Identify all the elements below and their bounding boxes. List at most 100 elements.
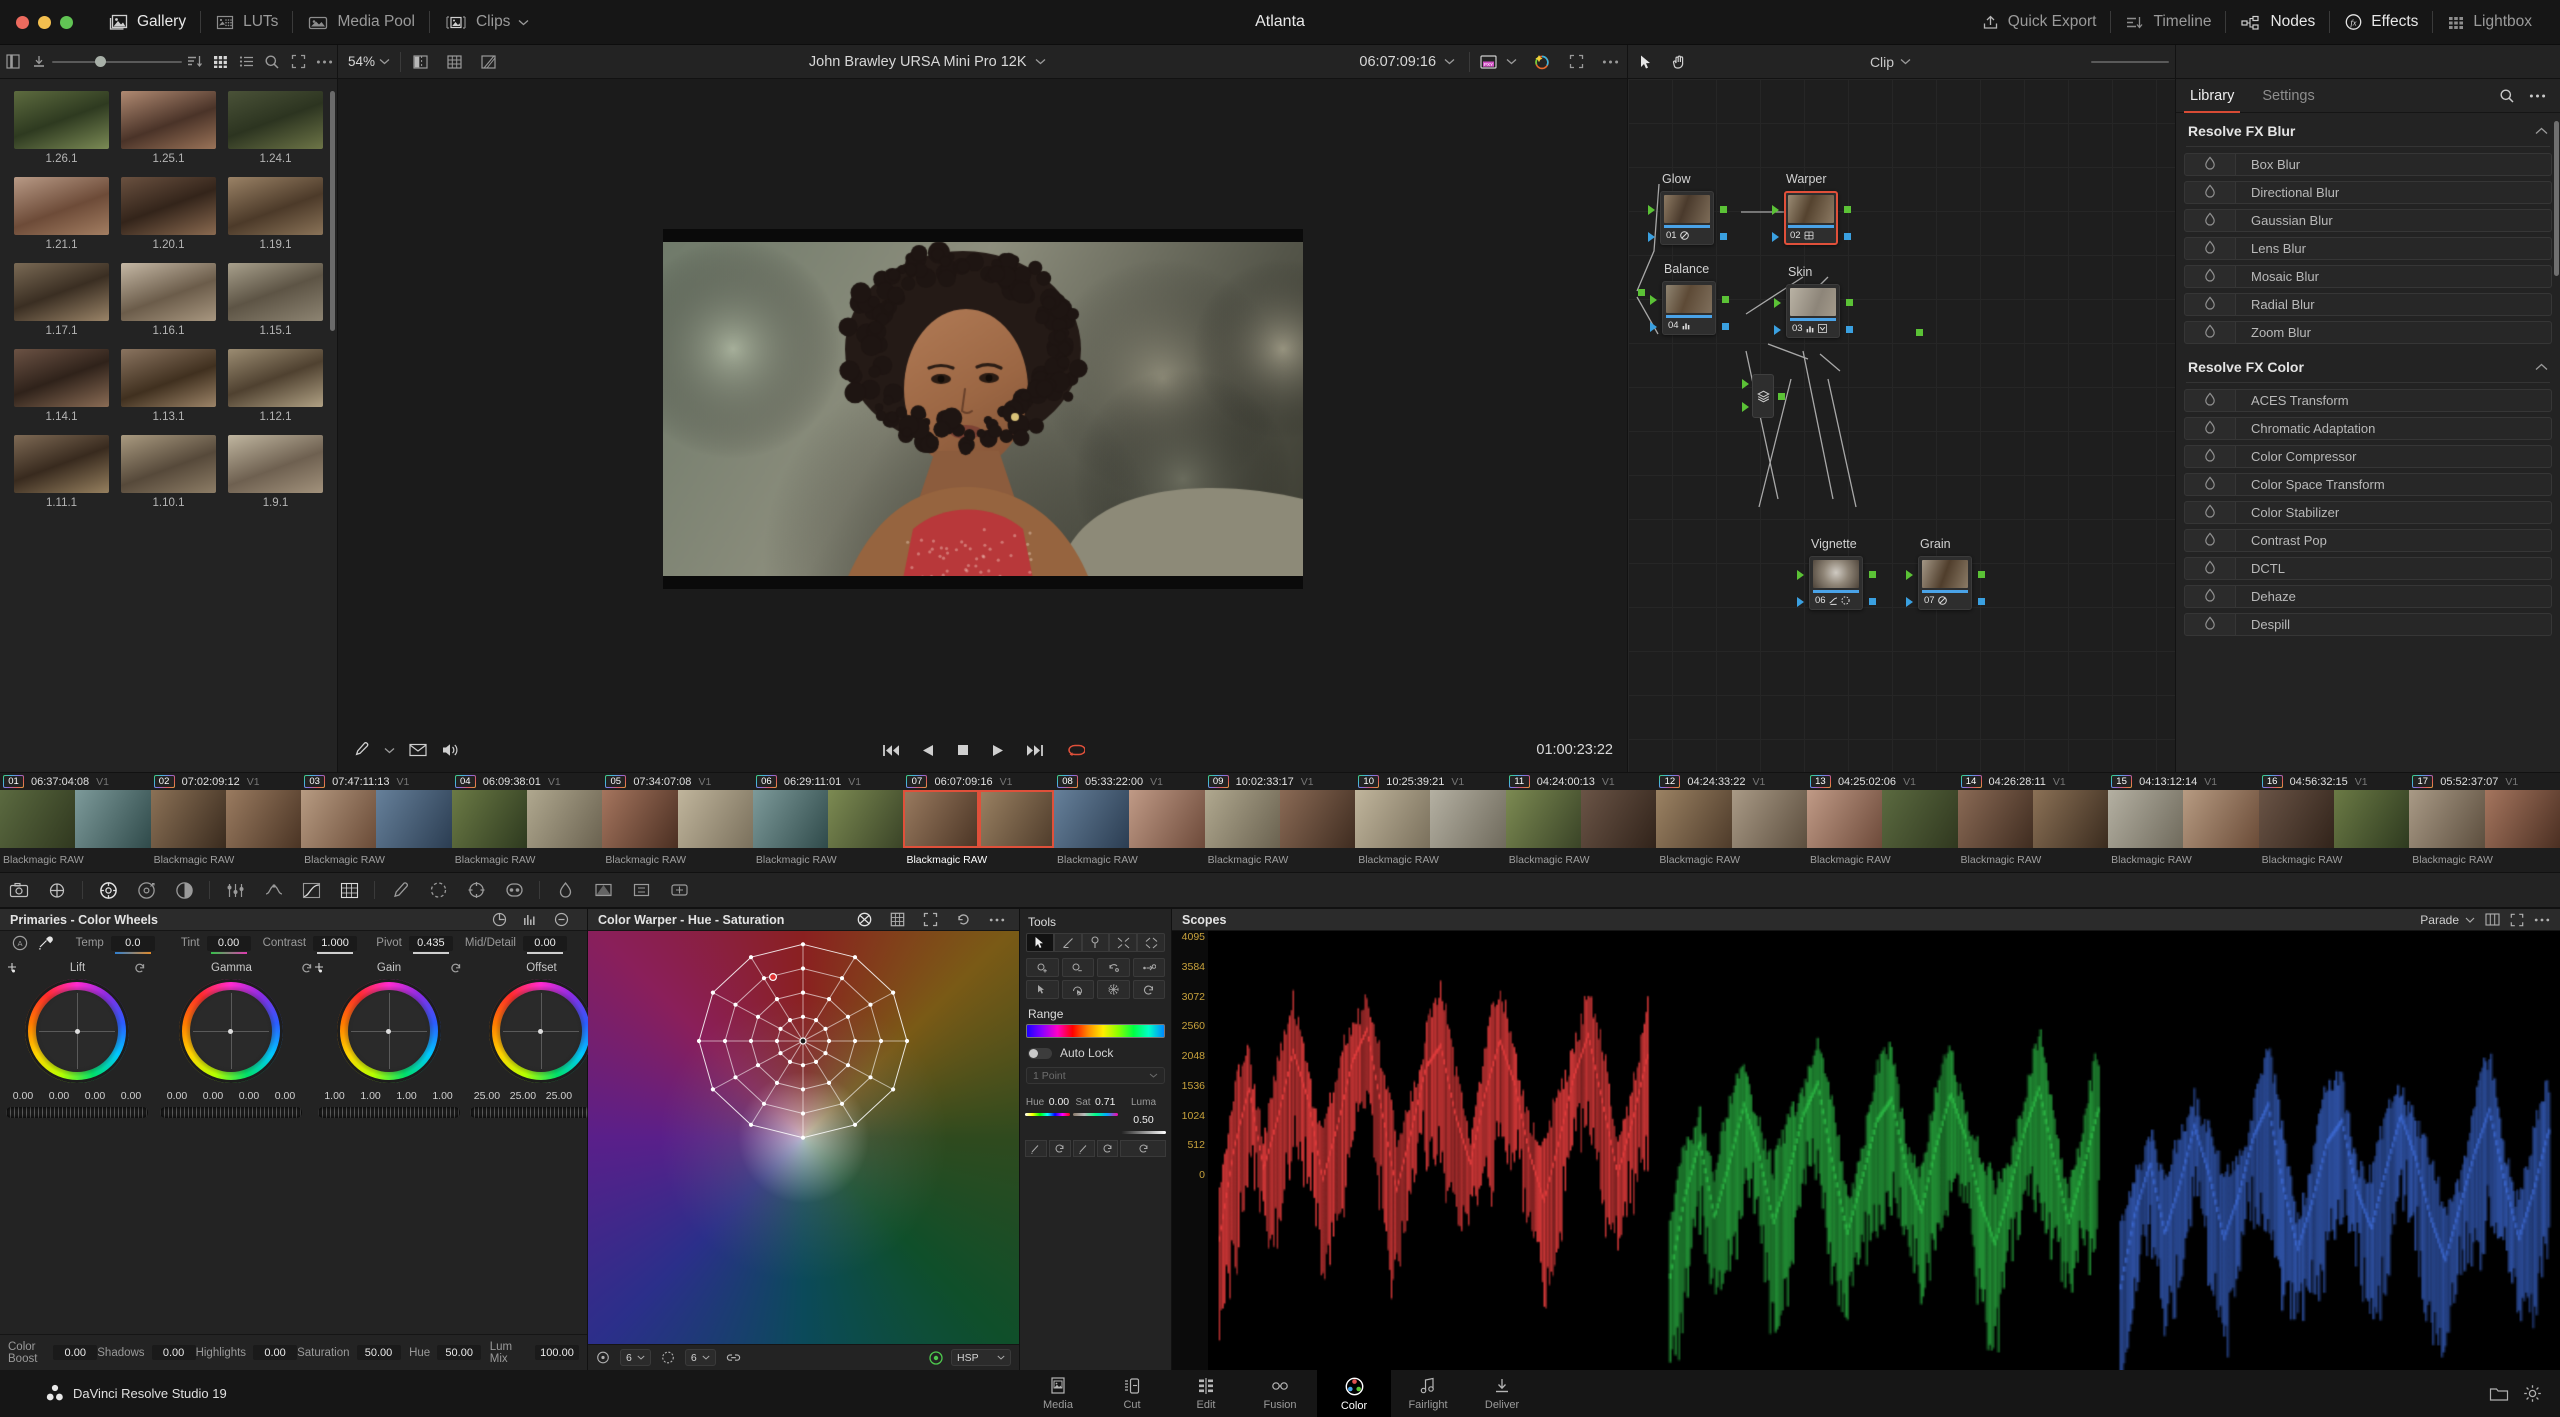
fx-list-item[interactable]: Dehaze — [2184, 585, 2552, 608]
wheel-value[interactable]: 25.00 — [470, 1090, 504, 1102]
layer-output[interactable] — [1778, 393, 1785, 400]
selection-arrow-tool[interactable] — [1628, 45, 1662, 79]
wheel-value[interactable]: 1.00 — [354, 1090, 388, 1102]
image-wipe-diagonal-button[interactable] — [471, 45, 505, 79]
timeline-clip[interactable]: 11 04:24:00:13 V1 Blackmagic RAW — [1506, 773, 1657, 872]
wheel-ring[interactable] — [337, 979, 441, 1083]
wheel-value[interactable]: 0.00 — [268, 1090, 302, 1102]
clip-thumbnails[interactable] — [2108, 790, 2259, 848]
play-forward-button[interactable] — [990, 743, 1005, 758]
timeline-clip[interactable]: 15 04:13:12:14 V1 Blackmagic RAW — [2108, 773, 2259, 872]
rgb-mixer-button[interactable] — [216, 873, 254, 907]
primaries-field-contrast[interactable]: Contrast 1.000 — [263, 936, 369, 951]
gallery-grid-view-button[interactable] — [208, 45, 234, 79]
node-output-green[interactable] — [1978, 571, 1985, 578]
luts-toggle-button[interactable]: LUTs — [201, 0, 292, 45]
node-body[interactable]: 01 — [1660, 191, 1714, 245]
gallery-still[interactable]: 1.15.1 — [228, 263, 323, 337]
node-output-green[interactable] — [1844, 206, 1851, 213]
color-wheel-gamma[interactable]: Gamma 0.00 0.00 0.00 0.00 — [148, 959, 314, 1334]
range-hue-bar[interactable] — [1026, 1024, 1165, 1038]
wheel-master-slider[interactable] — [6, 1107, 148, 1118]
wheel-value[interactable]: 25.00 — [506, 1090, 540, 1102]
node-input-green[interactable] — [1772, 205, 1779, 215]
warper-grid-b-select[interactable]: 6 — [685, 1349, 716, 1366]
fx-list-item[interactable]: Box Blur — [2184, 153, 2552, 176]
tool-expand[interactable] — [1137, 933, 1165, 952]
chevron-up-icon[interactable] — [2535, 363, 2548, 371]
node-output-green[interactable] — [1869, 571, 1876, 578]
still-thumbnail[interactable] — [121, 349, 216, 407]
node-key-output[interactable] — [1869, 598, 1876, 605]
primaries-field-color-boost[interactable]: Color Boost 0.00 — [8, 1341, 97, 1365]
wheel-value[interactable]: 25.00 — [542, 1090, 576, 1102]
tab-settings[interactable]: Settings — [2248, 79, 2328, 113]
node-key-input[interactable] — [1772, 232, 1779, 242]
field-value[interactable]: 0.00 — [53, 1345, 97, 1360]
color-wheels-button[interactable] — [89, 873, 127, 907]
power-windows-button[interactable] — [419, 873, 457, 907]
still-thumbnail[interactable] — [228, 177, 323, 235]
wheel-ring[interactable] — [489, 979, 593, 1083]
timeline-toggle-button[interactable]: Timeline — [2111, 0, 2225, 45]
gallery-still[interactable]: 1.19.1 — [228, 177, 323, 251]
page-color[interactable]: Color — [1317, 1370, 1391, 1417]
fx-list[interactable]: Resolve FX Blur Box Blur Directional Blur G… — [2176, 113, 2560, 772]
page-edit[interactable]: Edit — [1169, 1370, 1243, 1417]
qualifier-button[interactable] — [381, 873, 419, 907]
node-key-input[interactable] — [1797, 597, 1804, 607]
clip-thumbnails[interactable] — [1506, 790, 1657, 848]
still-thumbnail[interactable] — [228, 349, 323, 407]
primaries-field-hue[interactable]: Hue 50.00 — [401, 1345, 490, 1360]
viewer-fullscreen-button[interactable] — [1559, 45, 1593, 79]
chevron-up-icon[interactable] — [2535, 127, 2548, 135]
clip-thumbnails[interactable] — [1355, 790, 1506, 848]
timeline-clip[interactable]: 08 05:33:22:00 V1 Blackmagic RAW — [1054, 773, 1205, 872]
tool-pin[interactable] — [1082, 933, 1110, 952]
pan-hand-tool[interactable] — [1662, 45, 1696, 79]
fx-list-item[interactable]: Color Space Transform — [2184, 473, 2552, 496]
node-input-green[interactable] — [1648, 205, 1655, 215]
wheel-value[interactable]: 0.00 — [160, 1090, 194, 1102]
still-thumbnail[interactable] — [228, 435, 323, 493]
hue-reset-button[interactable] — [1049, 1140, 1071, 1157]
clip-thumbnails[interactable] — [1656, 790, 1807, 848]
mail-icon[interactable] — [409, 743, 427, 757]
clip-thumbnails[interactable] — [2259, 790, 2410, 848]
graph-source-output[interactable] — [1638, 289, 1645, 296]
gallery-expand-button[interactable] — [285, 45, 311, 79]
wheel-value[interactable]: 0.00 — [6, 1090, 40, 1102]
nodes-toggle-button[interactable]: Nodes — [2226, 0, 2329, 45]
wheel-picker-icon[interactable] — [314, 961, 329, 976]
timecode-chevron-icon[interactable] — [1436, 58, 1467, 65]
field-value[interactable]: 0.0 — [111, 936, 155, 951]
hsl-slider[interactable] — [1073, 1113, 1118, 1116]
field-value[interactable]: 0.00 — [152, 1345, 196, 1360]
sat-reset-button[interactable] — [1097, 1140, 1119, 1157]
gallery-more-options-icon[interactable] — [311, 45, 337, 79]
tool-radial-select[interactable] — [1097, 980, 1130, 999]
clip-thumbnails[interactable] — [0, 790, 151, 848]
gallery-still[interactable]: 1.14.1 — [14, 349, 109, 423]
node-skin[interactable]: Skin 03 — [1786, 284, 1840, 338]
curves-button[interactable] — [292, 873, 330, 907]
node-input-green[interactable] — [1906, 570, 1913, 580]
node-grain[interactable]: Grain 07 — [1918, 556, 1972, 610]
gallery-still[interactable]: 1.21.1 — [14, 177, 109, 251]
fx-list-item[interactable]: Contrast Pop — [2184, 529, 2552, 552]
quick-export-button[interactable]: Quick Export — [1967, 0, 2111, 45]
hsl-hue[interactable]: Hue 0.00 — [1025, 1092, 1070, 1134]
wheel-master-slider[interactable] — [160, 1107, 302, 1118]
gallery-still[interactable]: 1.12.1 — [228, 349, 323, 423]
still-thumbnail[interactable] — [14, 91, 109, 149]
hsl-value[interactable]: 0.71 — [1095, 1096, 1115, 1108]
timeline-clip[interactable]: 05 07:34:07:08 V1 Blackmagic RAW — [602, 773, 753, 872]
scopes-more-options-icon[interactable] — [2534, 917, 2550, 923]
warper-link-icon[interactable] — [726, 1351, 741, 1364]
fx-list-item[interactable]: Chromatic Adaptation — [2184, 417, 2552, 440]
loop-button[interactable] — [1065, 742, 1085, 758]
fx-list-item[interactable]: Color Stabilizer — [2184, 501, 2552, 524]
node-key-input[interactable] — [1774, 325, 1781, 335]
warper-hue-sat-mode-icon[interactable] — [848, 912, 881, 927]
wheel-reset-icon[interactable] — [133, 961, 147, 975]
